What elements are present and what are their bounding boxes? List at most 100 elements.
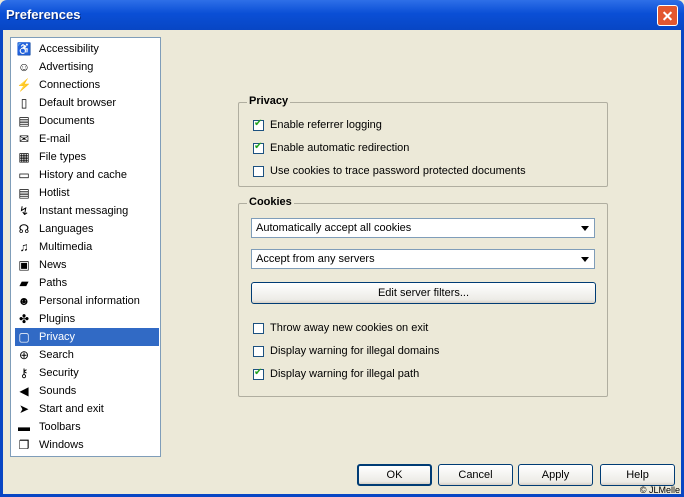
folder-icon: ▰ (19, 276, 29, 290)
sidebar-item-paths[interactable]: ▰ Paths (15, 274, 159, 292)
category-list[interactable]: ♿ Accessibility ☺ Advertising ⚡ Connections ▯ D… (10, 37, 161, 457)
checkbox-label: Display warning for illegal domains (270, 345, 440, 357)
enable-automatic-redirection-checkbox[interactable]: Enable automatic redirection (253, 141, 410, 154)
sidebar-item-personal-information[interactable]: ☻ Personal information (15, 292, 159, 310)
sidebar-item-hotlist[interactable]: ▤ Hotlist (15, 184, 159, 202)
sidebar-item-news[interactable]: ▣ News (15, 256, 159, 274)
person-icon: ☻ (17, 294, 31, 308)
checkbox-label: Enable referrer logging (270, 119, 382, 131)
document-icon: ▯ (20, 96, 28, 110)
lightning-icon: ↯ (18, 204, 30, 218)
sidebar-item-label: Paths (39, 277, 68, 289)
sidebar-item-label: Instant messaging (39, 205, 129, 217)
sidebar-item-documents[interactable]: ▤ Documents (15, 112, 159, 130)
sidebar-item-file-types[interactable]: ▦ File types (15, 148, 159, 166)
ok-button[interactable]: OK (357, 464, 432, 486)
newspaper-icon: ▣ (18, 258, 30, 272)
sidebar-item-languages[interactable]: ☊ Languages (15, 220, 159, 238)
sidebar-item-label: News (39, 259, 67, 271)
sidebar-item-label: Security (39, 367, 79, 379)
use-cookies-password-checkbox[interactable]: Use cookies to trace password protected … (253, 165, 526, 177)
cookies-group: Cookies Automatically accept all cookies… (238, 196, 608, 397)
checkbox-box[interactable] (253, 345, 264, 357)
close-icon[interactable] (657, 5, 678, 26)
sidebar-item-advertising[interactable]: ☺ Advertising (15, 58, 159, 76)
sidebar-item-connections[interactable]: ⚡ Connections (15, 76, 159, 94)
hotlist-icon: ▤ (18, 186, 30, 200)
edit-server-filters-button[interactable]: Edit server filters... (251, 282, 596, 304)
cache-icon: ▭ (18, 168, 30, 182)
plug-icon: ⚡ (16, 78, 32, 92)
search-icon: ⊕ (18, 348, 30, 362)
sidebar-item-label: E-mail (39, 133, 71, 145)
windows-icon: ❐ (18, 438, 30, 452)
sidebar-item-label: Windows (39, 439, 84, 451)
sidebar-item-label: Multimedia (39, 241, 93, 253)
sidebar-item-label: Advertising (39, 61, 94, 73)
sidebar-item-label: Accessibility (39, 43, 99, 55)
cookie-accept-select[interactable]: Automatically accept all cookies (251, 218, 595, 238)
privacy-legend: Privacy (247, 95, 291, 107)
cookie-server-select[interactable]: Accept from any servers (251, 249, 595, 269)
sidebar-item-label: Documents (39, 115, 95, 127)
puzzle-icon: ✤ (18, 312, 30, 326)
title-bar[interactable]: Preferences (0, 0, 684, 30)
sidebar-item-label: Connections (39, 79, 101, 91)
file-types-icon: ▦ (18, 150, 30, 164)
sidebar-item-search[interactable]: ⊕ Search (15, 346, 159, 364)
sidebar-item-label: Privacy (39, 331, 76, 343)
watermark-text: © JLMelle (639, 485, 680, 495)
apply-button[interactable]: Apply (518, 464, 593, 486)
checkbox-box[interactable] (253, 322, 264, 334)
sidebar-item-label: Plugins (39, 313, 76, 325)
sidebar-item-e-mail[interactable]: ✉ E-mail (15, 130, 159, 148)
sidebar-item-label: Default browser (39, 97, 117, 109)
sidebar-item-sounds[interactable]: ◀ Sounds (15, 382, 159, 400)
sidebar-item-toolbars[interactable]: ▬ Toolbars (15, 418, 159, 436)
start-icon: ➤ (18, 402, 30, 416)
checkbox-box[interactable] (253, 118, 264, 131)
envelope-icon: ✉ (18, 132, 30, 146)
cancel-button[interactable]: Cancel (438, 464, 513, 486)
sidebar-item-plugins[interactable]: ✤ Plugins (15, 310, 159, 328)
enable-referrer-logging-checkbox[interactable]: Enable referrer logging (253, 118, 382, 131)
sidebar-item-privacy[interactable]: ▢ Privacy (15, 328, 159, 346)
checkbox-box[interactable] (253, 367, 264, 380)
toolbar-icon: ▬ (18, 420, 30, 434)
help-button[interactable]: Help (600, 464, 675, 486)
speaker-icon: ◀ (19, 384, 29, 398)
sidebar-item-label: Hotlist (39, 187, 70, 199)
warn-illegal-domains-checkbox[interactable]: Display warning for illegal domains (253, 345, 439, 357)
sidebar-item-label: Toolbars (39, 421, 81, 433)
wheelchair-icon: ♿ (16, 42, 32, 56)
sidebar-item-windows[interactable]: ❐ Windows (15, 436, 159, 454)
sidebar-item-default-browser[interactable]: ▯ Default browser (15, 94, 159, 112)
sidebar-item-instant-messaging[interactable]: ↯ Instant messaging (15, 202, 159, 220)
sidebar-item-multimedia[interactable]: ♫ Multimedia (15, 238, 159, 256)
sidebar-item-security[interactable]: ⚷ Security (15, 364, 159, 382)
checkbox-label: Display warning for illegal path (270, 368, 420, 380)
sidebar-item-history-and-cache[interactable]: ▭ History and cache (15, 166, 159, 184)
sidebar-item-start-and-exit[interactable]: ➤ Start and exit (15, 400, 159, 418)
chevron-down-icon[interactable] (577, 251, 593, 267)
sidebar-item-label: Personal information (39, 295, 140, 307)
smiley-icon: ☺ (17, 60, 31, 74)
warn-illegal-path-checkbox[interactable]: Display warning for illegal path (253, 367, 420, 380)
privacy-group: Privacy Enable referrer logging Enable a… (238, 95, 608, 187)
checkbox-label: Use cookies to trace password protected … (270, 165, 526, 177)
checkbox-box[interactable] (253, 165, 264, 177)
window-title: Preferences (6, 7, 81, 22)
sidebar-item-label: Sounds (39, 385, 77, 397)
sidebar-item-accessibility[interactable]: ♿ Accessibility (15, 40, 159, 58)
checkbox-box[interactable] (253, 141, 264, 154)
sidebar-item-label: File types (39, 151, 87, 163)
checkbox-label: Throw away new cookies on exit (270, 322, 429, 334)
cookies-legend: Cookies (247, 196, 294, 208)
sidebar-item-label: Search (39, 349, 74, 361)
sidebar-item-label: History and cache (39, 169, 128, 181)
throw-away-cookies-checkbox[interactable]: Throw away new cookies on exit (253, 322, 428, 334)
select-value: Accept from any servers (256, 253, 375, 265)
documents-icon: ▤ (18, 114, 30, 128)
chevron-down-icon[interactable] (577, 220, 593, 236)
checkbox-label: Enable automatic redirection (270, 142, 410, 154)
